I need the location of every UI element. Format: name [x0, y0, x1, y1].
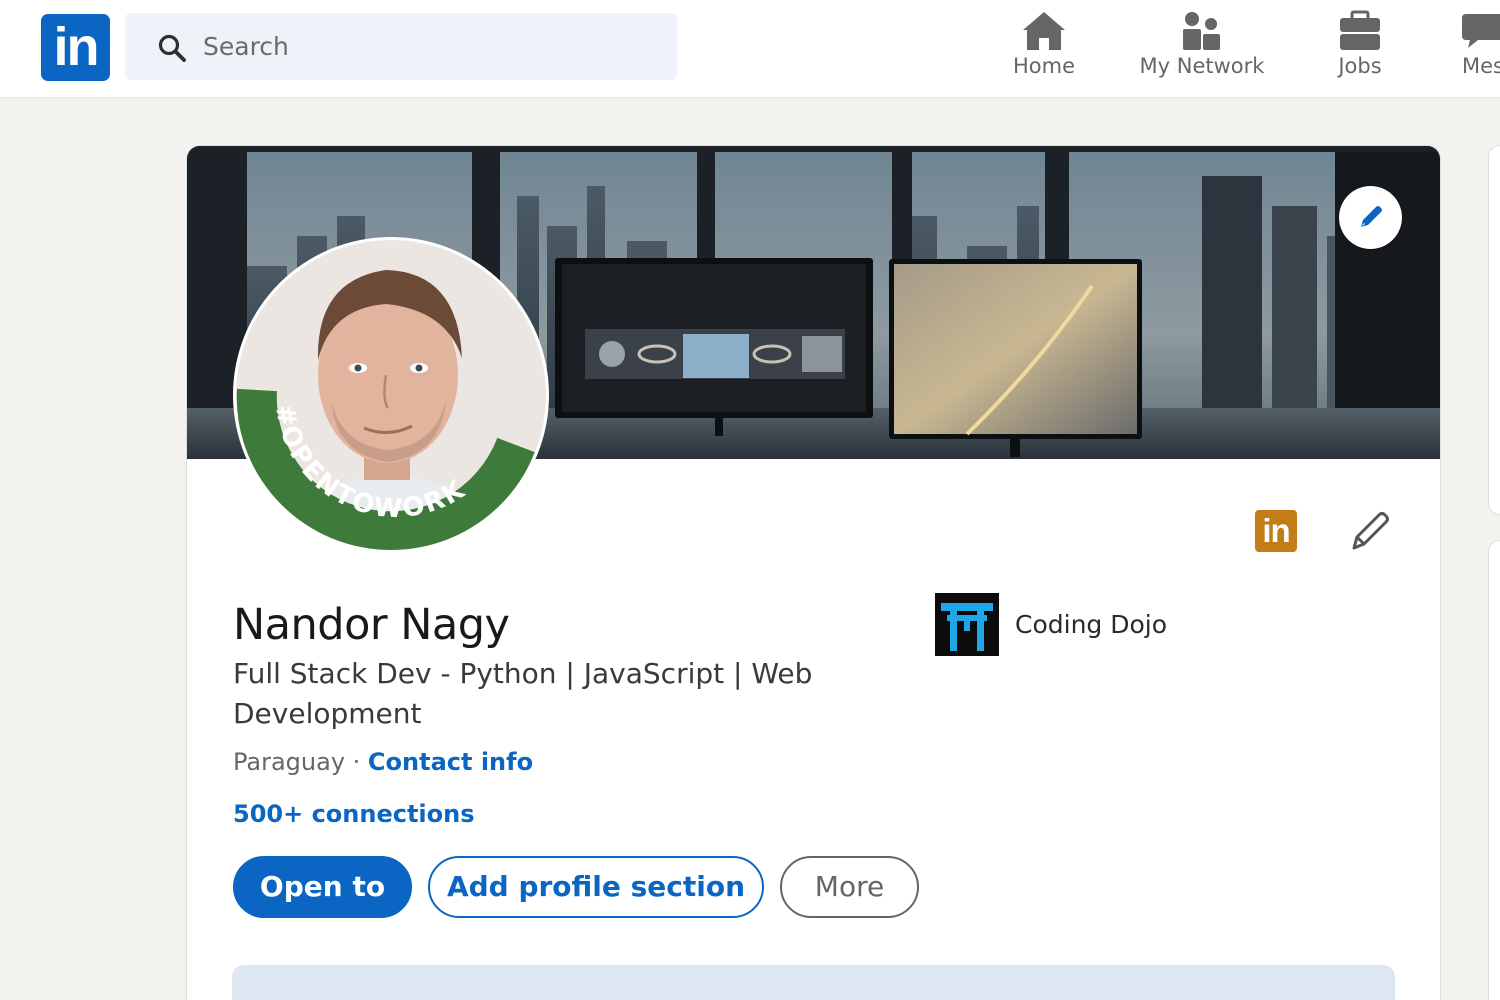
nav-home[interactable]: Home	[1004, 6, 1084, 92]
search-bar[interactable]	[125, 13, 677, 80]
edit-intro-button[interactable]	[1346, 506, 1394, 554]
network-icon	[1183, 12, 1220, 50]
company-name: Coding Dojo	[1015, 610, 1168, 639]
side-card	[1488, 145, 1500, 515]
edit-banner-button[interactable]	[1339, 186, 1402, 249]
briefcase-icon	[1340, 10, 1380, 50]
nav-jobs[interactable]: Jobs	[1322, 6, 1398, 92]
premium-badge-icon[interactable]: in	[1255, 510, 1297, 552]
connections-link[interactable]: 500+ connections	[233, 800, 475, 828]
contact-info-link[interactable]: Contact info	[368, 748, 533, 776]
profile-location: Paraguay	[233, 748, 346, 776]
nav-messaging-label: Mes	[1462, 54, 1500, 78]
pencil-icon	[1352, 512, 1389, 550]
profile-photo-image: #OPENTOWORK	[236, 240, 546, 550]
messaging-icon	[1462, 14, 1500, 48]
home-icon	[1023, 12, 1065, 50]
profile-photo[interactable]: #OPENTOWORK	[233, 237, 549, 553]
global-nav: in Home My Network Jobs	[0, 0, 1500, 98]
open-to-work-box[interactable]	[232, 965, 1395, 1000]
nav-my-network-label: My Network	[1139, 54, 1265, 78]
company-logo-icon	[935, 593, 999, 656]
more-button[interactable]: More	[780, 856, 919, 918]
side-card	[1488, 540, 1500, 1000]
add-profile-section-button[interactable]: Add profile section	[428, 856, 764, 918]
nav-messaging[interactable]: Mes	[1460, 6, 1500, 92]
linkedin-logo-icon[interactable]: in	[41, 14, 110, 81]
avatar: #OPENTOWORK	[236, 240, 546, 550]
separator: ·	[345, 748, 368, 776]
nav-jobs-label: Jobs	[1338, 54, 1382, 78]
current-company[interactable]: Coding Dojo	[935, 593, 1167, 656]
search-icon	[158, 34, 186, 62]
search-input[interactable]	[203, 23, 663, 70]
open-to-button[interactable]: Open to	[233, 856, 412, 918]
profile-name: Nandor Nagy	[233, 600, 510, 650]
location-line: Paraguay · Contact info	[233, 748, 533, 776]
nav-home-label: Home	[1012, 54, 1075, 78]
nav-my-network[interactable]: My Network	[1133, 6, 1271, 92]
pencil-icon	[1361, 206, 1382, 227]
profile-headline: Full Stack Dev - Python | JavaScript | W…	[233, 657, 813, 730]
